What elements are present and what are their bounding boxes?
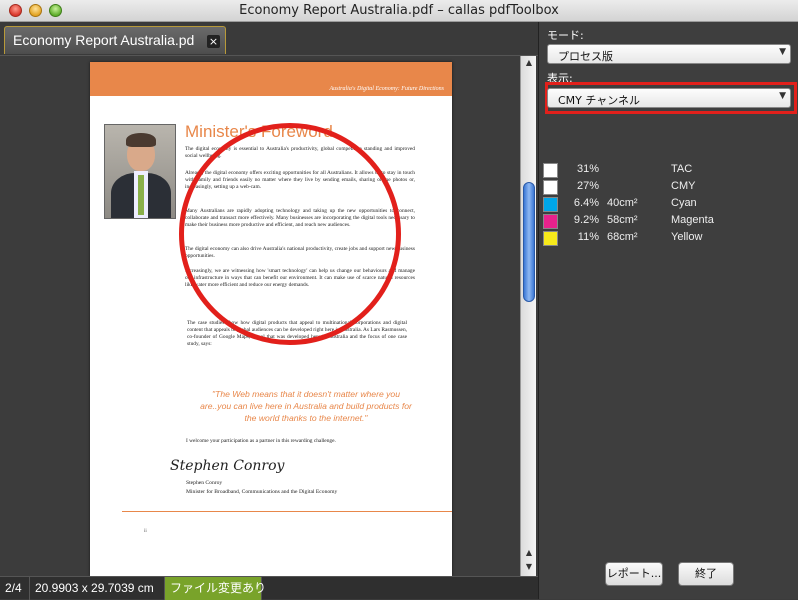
ink-row-cmy: 27% CMY [543, 179, 793, 196]
minister-photo [104, 124, 176, 219]
signature: Stephen Conroy [170, 458, 285, 474]
inspector-panel: モード: プロセス版 ▼ 表示: CMY チャンネル ▼ 31% TAC 27%… [538, 22, 798, 599]
ink-row-cyan: 6.4% 40cm² Cyan [543, 196, 793, 213]
signatory-name: Stephen Conroy [186, 480, 223, 486]
title-bar[interactable]: Economy Report Australia.pdf – callas pd… [0, 0, 798, 22]
tab-close-icon[interactable]: × [207, 35, 220, 48]
ink-swatch [543, 231, 558, 246]
mode-select-value: プロセス版 [558, 50, 613, 63]
status-bar: 2/4 20.9903 x 29.7039 cm ファイル変更あり [0, 576, 538, 600]
document-tab[interactable]: Economy Report Australia.pd × [4, 26, 226, 54]
ink-swatch [543, 197, 558, 212]
scroll-thumb[interactable] [523, 182, 535, 302]
vertical-scrollbar[interactable]: ▲ ▲ ▼ [520, 56, 536, 576]
ink-name: TAC [671, 163, 693, 175]
page-header-text: Australia's Digital Economy: Future Dire… [329, 86, 445, 92]
display-select[interactable]: CMY チャンネル ▼ [547, 88, 791, 108]
ink-row-yellow: 11% 68cm² Yellow [543, 230, 793, 247]
chevron-down-icon: ▼ [779, 47, 786, 57]
pull-quote: "The Web means that it doesn't matter wh… [200, 389, 412, 423]
scroll-up-icon-bottom[interactable]: ▲ [521, 546, 537, 560]
pdf-page: Australia's Digital Economy: Future Dire… [90, 62, 452, 576]
window-title: Economy Report Australia.pdf – callas pd… [239, 3, 559, 18]
app-window: Economy Report Australia.pdf – callas pd… [0, 0, 798, 600]
mode-label: モード: [547, 29, 584, 42]
photo-hair [126, 133, 156, 147]
ink-name: CMY [671, 180, 696, 192]
ink-swatch [543, 163, 558, 178]
mode-select[interactable]: プロセス版 ▼ [547, 44, 791, 64]
ink-percent: 11% [577, 231, 599, 243]
signatory-role: Minister for Broadband, Communications a… [186, 489, 338, 495]
ink-row-tac: 31% TAC [543, 162, 793, 179]
status-page-size: 20.9903 x 29.7039 cm [30, 577, 165, 600]
page-footer-rule [122, 511, 452, 512]
ink-row-magenta: 9.2% 58cm² Magenta [543, 213, 793, 230]
status-file-changed-badge: ファイル変更あり [165, 577, 266, 600]
finish-button[interactable]: 終了 [678, 562, 734, 586]
document-viewer[interactable]: Australia's Digital Economy: Future Dire… [0, 56, 538, 576]
document-tab-strip: Economy Report Australia.pd × [0, 22, 538, 56]
scroll-down-icon[interactable]: ▼ [521, 560, 537, 574]
ink-percent: 9.2% [573, 214, 599, 226]
ink-percent: 6.4% [573, 197, 599, 209]
ink-name: Cyan [671, 197, 697, 209]
page-header-band: Australia's Digital Economy: Future Dire… [90, 62, 452, 96]
paragraph-7: I welcome your participation as a partne… [186, 438, 336, 444]
ink-area: 40cm² [607, 197, 638, 209]
ink-name: Magenta [671, 214, 714, 226]
photo-tie [138, 175, 144, 215]
status-page-indicator: 2/4 [0, 577, 30, 600]
scroll-up-icon[interactable]: ▲ [521, 56, 537, 70]
document-tab-label: Economy Report Australia.pd [13, 32, 195, 48]
annotation-ring [179, 123, 401, 345]
display-select-value: CMY チャンネル [558, 94, 641, 107]
ink-percent: 31% [576, 163, 599, 175]
ink-area: 68cm² [607, 231, 638, 243]
ink-percent: 27% [576, 180, 599, 192]
report-button[interactable]: レポート... [605, 562, 663, 586]
ink-swatch [543, 214, 558, 229]
ink-swatch [543, 180, 558, 195]
ink-area: 58cm² [607, 214, 638, 226]
chevron-down-icon: ▼ [779, 91, 786, 101]
page-number: ii [144, 529, 147, 534]
ink-name: Yellow [671, 231, 703, 243]
